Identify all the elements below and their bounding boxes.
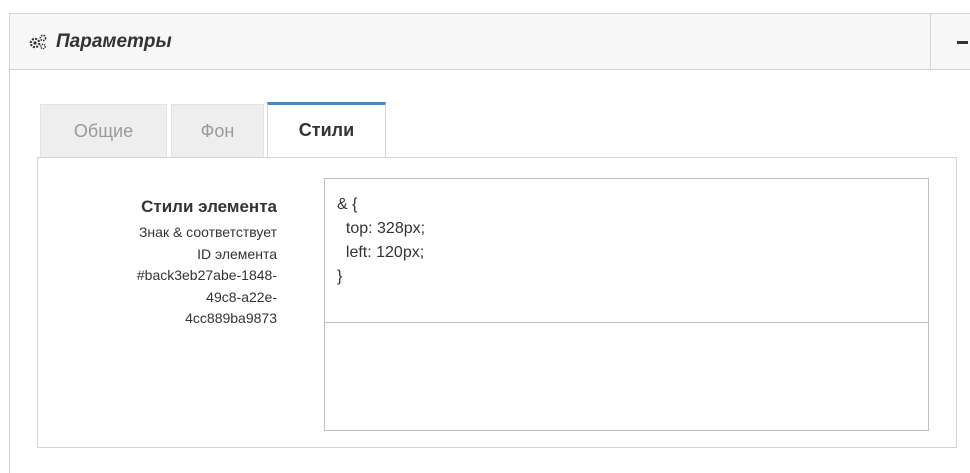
field-hint: Знак & соответствует ID элемента #back3e… xyxy=(17,222,277,330)
tab-label: Фон xyxy=(200,121,235,141)
tab-label: Стили xyxy=(298,120,355,140)
hint-line: Знак & соответствует xyxy=(138,224,277,240)
tab-background[interactable]: Фон xyxy=(171,104,264,157)
hint-line: 49c8-a22e- xyxy=(206,288,277,305)
code-line: & { xyxy=(337,196,358,213)
editor-empty-area[interactable] xyxy=(325,323,928,430)
minus-icon xyxy=(957,41,968,44)
styles-editor[interactable]: & { top: 328px; left: 120px;} xyxy=(324,178,929,431)
gears-icon xyxy=(29,34,47,50)
field-title: Стили элемента xyxy=(141,197,277,216)
tab-label: Общие xyxy=(73,121,134,141)
code-line: top: 328px; xyxy=(337,220,426,237)
code-line: left: 120px; xyxy=(337,244,425,261)
tab-general[interactable]: Общие xyxy=(40,104,167,157)
code-line: } xyxy=(337,268,343,285)
panel-title: Параметры xyxy=(56,31,172,52)
styles-field-label: Стили элемента Знак & соответствует ID э… xyxy=(17,196,277,330)
collapse-button[interactable] xyxy=(930,14,970,69)
hint-line: 4cc889ba9873 xyxy=(185,310,277,326)
tab-styles[interactable]: Стили xyxy=(267,102,386,157)
panel-header: Параметры xyxy=(10,14,970,70)
hint-line: #back3eb27abe-1848- xyxy=(136,267,277,283)
hint-line: ID элемента xyxy=(197,245,277,262)
css-code-editor[interactable]: & { top: 328px; left: 120px;} xyxy=(325,179,928,323)
